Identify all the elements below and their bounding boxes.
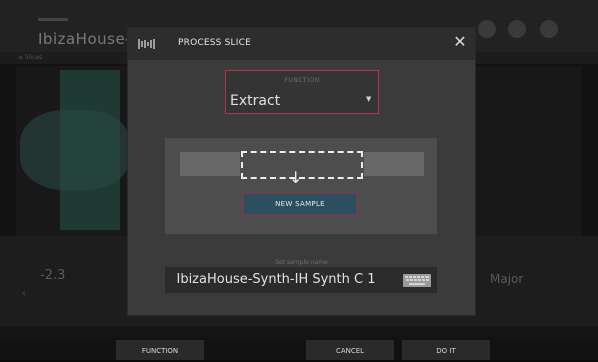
cancel-button[interactable]: CANCEL [306,340,394,360]
background-header-line [38,18,68,21]
function-dropdown[interactable]: FUNCTION Extract ▼ [225,70,379,114]
background-mode: Major [490,272,524,286]
process-slice-dialog: PROCESS SLICE ✕ FUNCTION Extract ▼ ↓ NEW… [127,27,476,316]
function-label: FUNCTION [284,77,320,84]
background-strip [0,326,598,338]
background-icon [508,20,526,38]
arrow-down-icon: ↓ [289,168,303,187]
sample-name-value: IbizaHouse-Synth-IH Synth C 1 [176,272,376,287]
function-value: Extract [230,93,281,109]
chevron-down-icon: ▼ [366,95,372,103]
diagram-right-block [364,152,424,176]
dialog-title: PROCESS SLICE [178,38,251,48]
sample-name-label: Set sample name [275,259,328,266]
background-icon [478,20,496,38]
do-it-button[interactable]: DO IT [402,340,490,360]
gear-icon [540,20,558,38]
function-softkey[interactable]: FUNCTION [116,340,204,360]
waveform-icon [138,39,155,49]
sample-name-field[interactable]: IbizaHouse-Synth-IH Synth C 1 [165,267,437,293]
diagram-left-block [180,152,240,176]
extract-diagram: ↓ NEW SAMPLE [165,138,437,234]
background-toolbar-label: ≡ Slices [18,54,43,61]
waveform [20,110,130,190]
new-sample-button[interactable]: NEW SAMPLE [243,193,357,215]
background-value: -2.3 [40,268,66,283]
chevron-left-icon: ‹ [22,288,26,299]
dialog-header: PROCESS SLICE ✕ [128,28,475,60]
keyboard-icon[interactable] [403,274,431,287]
close-icon[interactable]: ✕ [452,34,468,50]
